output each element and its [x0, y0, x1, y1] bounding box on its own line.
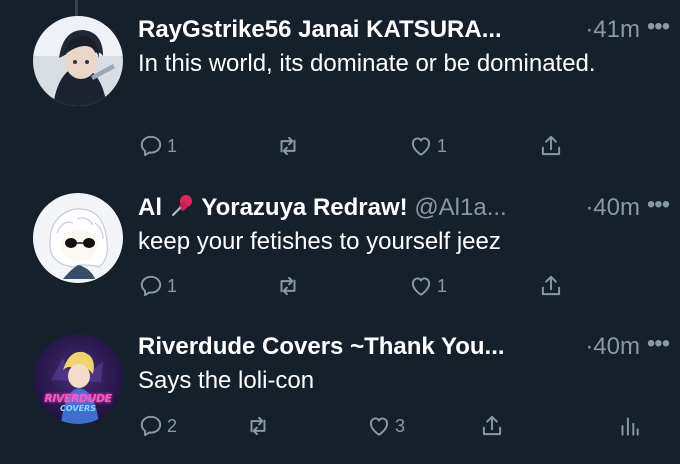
display-name-suffix[interactable]: Yorazuya Redraw!: [201, 194, 407, 221]
reply-button[interactable]: 1: [138, 130, 177, 162]
timestamp[interactable]: ·41m: [585, 14, 640, 46]
riverdude-covers-logo-avatar[interactable]: RIVERDUDE COVERS: [33, 334, 123, 424]
retweet-button[interactable]: [245, 410, 274, 442]
thread-line: [75, 0, 78, 16]
reply-icon: [140, 275, 162, 297]
like-icon: [369, 417, 389, 436]
retweet-icon: [250, 416, 266, 436]
share-icon: [541, 135, 561, 156]
retweet-button[interactable]: [275, 270, 304, 302]
reply-count: 1: [167, 275, 178, 296]
tweet-text: keep your fetishes to yourself jeez: [138, 228, 501, 255]
tweet-header: RayGstrike56 Janai KATSURA...: [138, 14, 596, 46]
tweet-actions: 2 3: [138, 410, 650, 442]
reply-button[interactable]: 2: [138, 410, 177, 442]
avatar-logo-line2: COVERS: [60, 404, 96, 413]
analytics-button[interactable]: [616, 410, 642, 442]
like-count: 3: [395, 415, 406, 436]
avatar-image: [33, 193, 123, 283]
anime-character-avatar[interactable]: [33, 16, 123, 106]
like-count: 1: [437, 135, 448, 156]
tweet-text: Says the loli-con: [138, 367, 315, 394]
avatar-image: [33, 16, 123, 106]
display-name[interactable]: Al: [138, 194, 162, 221]
like-button[interactable]: 1: [408, 130, 447, 162]
share-button[interactable]: [479, 410, 505, 442]
timestamp[interactable]: ·40m: [585, 331, 640, 363]
pushpin-emoji-icon: [169, 193, 195, 224]
tweet-actions: 1 1: [138, 270, 650, 302]
reply-icon: [140, 135, 162, 157]
tweet-3[interactable]: RIVERDUDE COVERS Riverdude Covers ~Thank…: [0, 320, 680, 464]
reply-count: 1: [167, 135, 178, 156]
more-options-icon[interactable]: •••: [644, 331, 672, 363]
tweet-1[interactable]: RayGstrike56 Janai KATSURA... ·41m ••• I…: [0, 0, 680, 180]
display-name[interactable]: Riverdude Covers ~Thank You...: [138, 333, 505, 360]
timestamp[interactable]: ·40m: [585, 192, 640, 224]
share-button[interactable]: [538, 270, 564, 302]
tweet-text: In this world, its dominate or be domina…: [138, 50, 596, 77]
share-button[interactable]: [538, 130, 564, 162]
display-name[interactable]: RayGstrike56 Janai KATSURA...: [138, 16, 502, 43]
like-icon: [411, 137, 431, 156]
tweet-header: Riverdude Covers ~Thank You...: [138, 331, 596, 363]
reply-count: 2: [167, 415, 178, 436]
like-icon: [411, 277, 431, 296]
tweet-2[interactable]: Al Yorazuya Redraw! @Al1a... ·40m ••• ke…: [0, 180, 680, 320]
user-handle[interactable]: @Al1a...: [414, 194, 506, 221]
tweet-actions: 1 1: [138, 130, 650, 162]
more-options-icon[interactable]: •••: [644, 14, 672, 46]
tweet-header: Al Yorazuya Redraw! @Al1a...: [138, 192, 596, 224]
reply-button[interactable]: 1: [138, 270, 177, 302]
reply-thread: RayGstrike56 Janai KATSURA... ·41m ••• I…: [0, 0, 680, 464]
white-haired-character-avatar[interactable]: [33, 193, 123, 283]
like-button[interactable]: 1: [408, 270, 447, 302]
analytics-icon: [621, 417, 639, 436]
like-count: 1: [437, 275, 448, 296]
like-button[interactable]: 3: [366, 410, 405, 442]
reply-icon: [140, 415, 162, 437]
share-icon: [541, 275, 561, 296]
more-options-icon[interactable]: •••: [644, 192, 672, 224]
retweet-icon: [280, 276, 296, 296]
share-icon: [482, 415, 502, 436]
retweet-icon: [280, 136, 296, 156]
retweet-button[interactable]: [275, 130, 304, 162]
